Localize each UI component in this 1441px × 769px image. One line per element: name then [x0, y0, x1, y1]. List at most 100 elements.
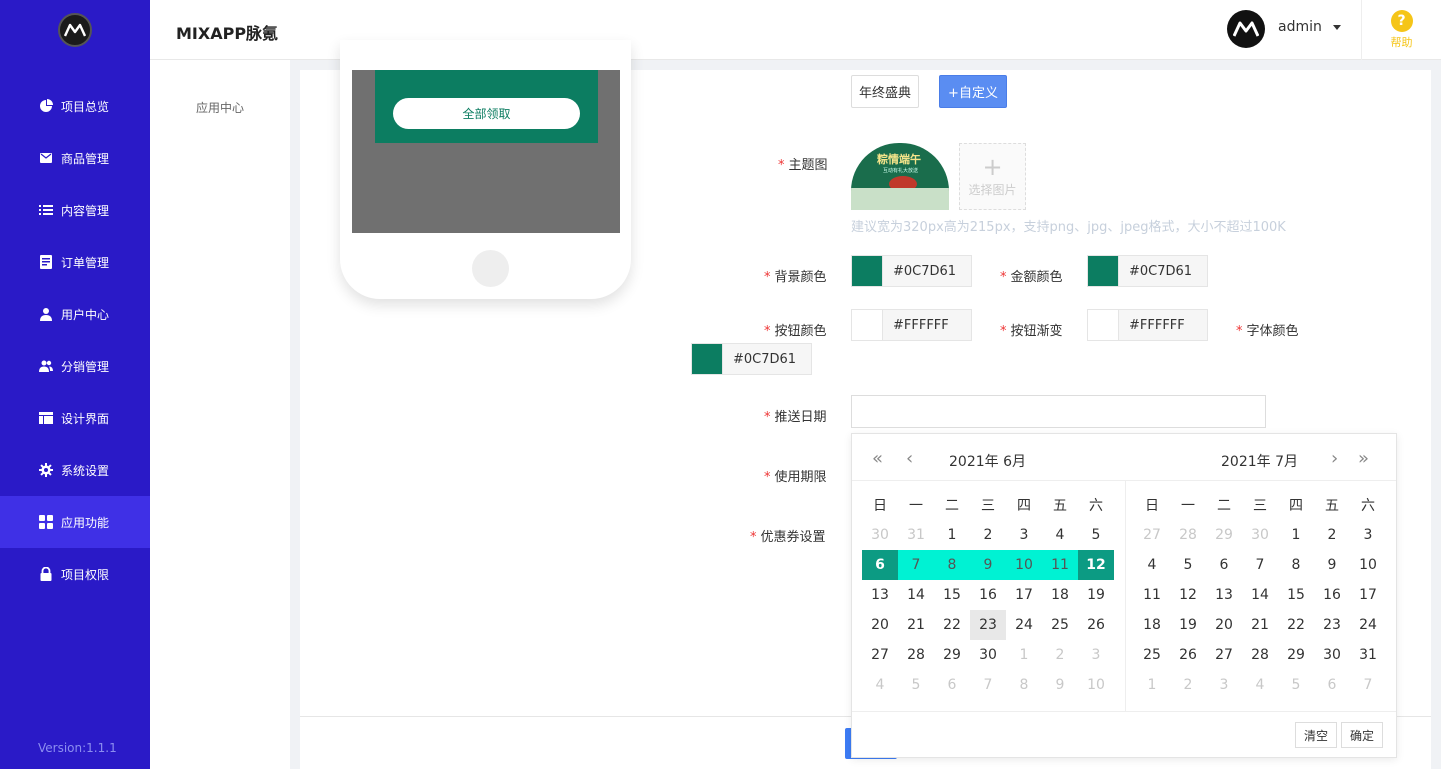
calendar-day[interactable]: 27 — [862, 640, 898, 670]
calendar-day[interactable]: 12 — [1078, 550, 1114, 580]
calendar-day[interactable]: 7 — [970, 670, 1006, 700]
calendar-day[interactable]: 6 — [862, 550, 898, 580]
calendar-day[interactable]: 1 — [1278, 520, 1314, 550]
calendar-day[interactable]: 10 — [1078, 670, 1114, 700]
calendar-day[interactable]: 9 — [1314, 550, 1350, 580]
sidebar-item-content[interactable]: 内容管理 — [0, 184, 150, 236]
calendar-day[interactable]: 31 — [898, 520, 934, 550]
prev-month-icon[interactable]: ‹ — [906, 450, 913, 468]
calendar-day[interactable]: 20 — [1206, 610, 1242, 640]
calendar-day[interactable]: 6 — [934, 670, 970, 700]
next-year-icon[interactable]: » — [1358, 450, 1369, 468]
calendar-day[interactable]: 4 — [862, 670, 898, 700]
clear-button[interactable]: 清空 — [1295, 722, 1338, 748]
sidebar-item-design[interactable]: 设计界面 — [0, 392, 150, 444]
calendar-day[interactable]: 16 — [1314, 580, 1350, 610]
calendar-day[interactable]: 19 — [1170, 610, 1206, 640]
calendar-day[interactable]: 3 — [1078, 640, 1114, 670]
calendar-day[interactable]: 14 — [898, 580, 934, 610]
calendar-day[interactable]: 20 — [862, 610, 898, 640]
image-upload-button[interactable]: + 选择图片 — [959, 143, 1026, 210]
calendar-day[interactable]: 22 — [934, 610, 970, 640]
calendar-day[interactable]: 30 — [970, 640, 1006, 670]
calendar-day[interactable]: 8 — [1006, 670, 1042, 700]
sidebar-item-settings[interactable]: 系统设置 — [0, 444, 150, 496]
calendar-day[interactable]: 13 — [862, 580, 898, 610]
subnav-item-app-center[interactable]: 应用中心 — [196, 99, 244, 116]
calendar-day[interactable]: 5 — [1170, 550, 1206, 580]
calendar-day[interactable]: 21 — [1242, 610, 1278, 640]
calendar-day[interactable]: 4 — [1134, 550, 1170, 580]
amount-color-picker[interactable]: #0C7D61 — [1087, 255, 1208, 287]
sidebar-item-permissions[interactable]: 项目权限 — [0, 548, 150, 600]
calendar-day[interactable]: 7 — [1350, 670, 1386, 700]
calendar-day[interactable]: 17 — [1350, 580, 1386, 610]
calendar-day[interactable]: 15 — [934, 580, 970, 610]
calendar-day[interactable]: 2 — [970, 520, 1006, 550]
calendar-day[interactable]: 11 — [1134, 580, 1170, 610]
chevron-down-icon[interactable] — [1333, 25, 1341, 30]
calendar-day[interactable]: 28 — [1242, 640, 1278, 670]
sidebar-item-products[interactable]: 商品管理 — [0, 132, 150, 184]
calendar-day[interactable]: 4 — [1242, 670, 1278, 700]
sidebar-item-distribution[interactable]: 分销管理 — [0, 340, 150, 392]
calendar-day[interactable]: 24 — [1006, 610, 1042, 640]
avatar[interactable] — [1227, 10, 1265, 48]
calendar-day[interactable]: 2 — [1314, 520, 1350, 550]
calendar-day[interactable]: 3 — [1206, 670, 1242, 700]
calendar-day[interactable]: 19 — [1078, 580, 1114, 610]
calendar-day[interactable]: 5 — [898, 670, 934, 700]
calendar-day[interactable]: 30 — [1242, 520, 1278, 550]
calendar-day[interactable]: 30 — [1314, 640, 1350, 670]
calendar-day[interactable]: 23 — [1314, 610, 1350, 640]
help-button[interactable]: ? 帮助 — [1361, 0, 1441, 60]
calendar-day[interactable]: 2 — [1170, 670, 1206, 700]
calendar-day[interactable]: 1 — [934, 520, 970, 550]
sidebar-item-overview[interactable]: 项目总览 — [0, 80, 150, 132]
calendar-day[interactable]: 12 — [1170, 580, 1206, 610]
push-date-input[interactable] — [851, 395, 1266, 428]
calendar-day[interactable]: 14 — [1242, 580, 1278, 610]
calendar-day[interactable]: 25 — [1042, 610, 1078, 640]
font-color-picker[interactable]: #0C7D61 — [691, 343, 812, 375]
calendar-day[interactable]: 26 — [1170, 640, 1206, 670]
calendar-day[interactable]: 6 — [1314, 670, 1350, 700]
calendar-day[interactable]: 18 — [1042, 580, 1078, 610]
calendar-day[interactable]: 6 — [1206, 550, 1242, 580]
mixapp-logo[interactable] — [58, 13, 92, 47]
calendar-day[interactable]: 22 — [1278, 610, 1314, 640]
calendar-day[interactable]: 10 — [1350, 550, 1386, 580]
calendar-day[interactable]: 15 — [1278, 580, 1314, 610]
calendar-day[interactable]: 3 — [1350, 520, 1386, 550]
calendar-day[interactable]: 25 — [1134, 640, 1170, 670]
calendar-day[interactable]: 10 — [1006, 550, 1042, 580]
calendar-day[interactable]: 13 — [1206, 580, 1242, 610]
calendar-day[interactable]: 5 — [1278, 670, 1314, 700]
confirm-button[interactable]: 确定 — [1341, 722, 1384, 748]
calendar-day[interactable]: 31 — [1350, 640, 1386, 670]
calendar-day[interactable]: 28 — [1170, 520, 1206, 550]
calendar-day[interactable]: 26 — [1078, 610, 1114, 640]
calendar-day[interactable]: 1 — [1134, 670, 1170, 700]
calendar-day[interactable]: 30 — [862, 520, 898, 550]
prev-year-icon[interactable]: « — [872, 450, 883, 468]
calendar-day[interactable]: 2 — [1042, 640, 1078, 670]
calendar-day[interactable]: 29 — [1206, 520, 1242, 550]
theme-tag-year-end[interactable]: 年终盛典 — [851, 75, 919, 108]
calendar-day[interactable]: 23 — [970, 610, 1006, 640]
calendar-day[interactable]: 9 — [1042, 670, 1078, 700]
calendar-day[interactable]: 7 — [1242, 550, 1278, 580]
calendar-day[interactable]: 29 — [934, 640, 970, 670]
theme-tag-custom[interactable]: +自定义 — [939, 75, 1007, 108]
sidebar-item-apps[interactable]: 应用功能 — [0, 496, 150, 548]
calendar-day[interactable]: 17 — [1006, 580, 1042, 610]
button-color-picker[interactable]: #FFFFFF — [851, 309, 972, 341]
calendar-day[interactable]: 11 — [1042, 550, 1078, 580]
calendar-day[interactable]: 18 — [1134, 610, 1170, 640]
calendar-day[interactable]: 8 — [1278, 550, 1314, 580]
calendar-day[interactable]: 21 — [898, 610, 934, 640]
calendar-day[interactable]: 4 — [1042, 520, 1078, 550]
calendar-day[interactable]: 1 — [1006, 640, 1042, 670]
calendar-day[interactable]: 8 — [934, 550, 970, 580]
calendar-day[interactable]: 29 — [1278, 640, 1314, 670]
